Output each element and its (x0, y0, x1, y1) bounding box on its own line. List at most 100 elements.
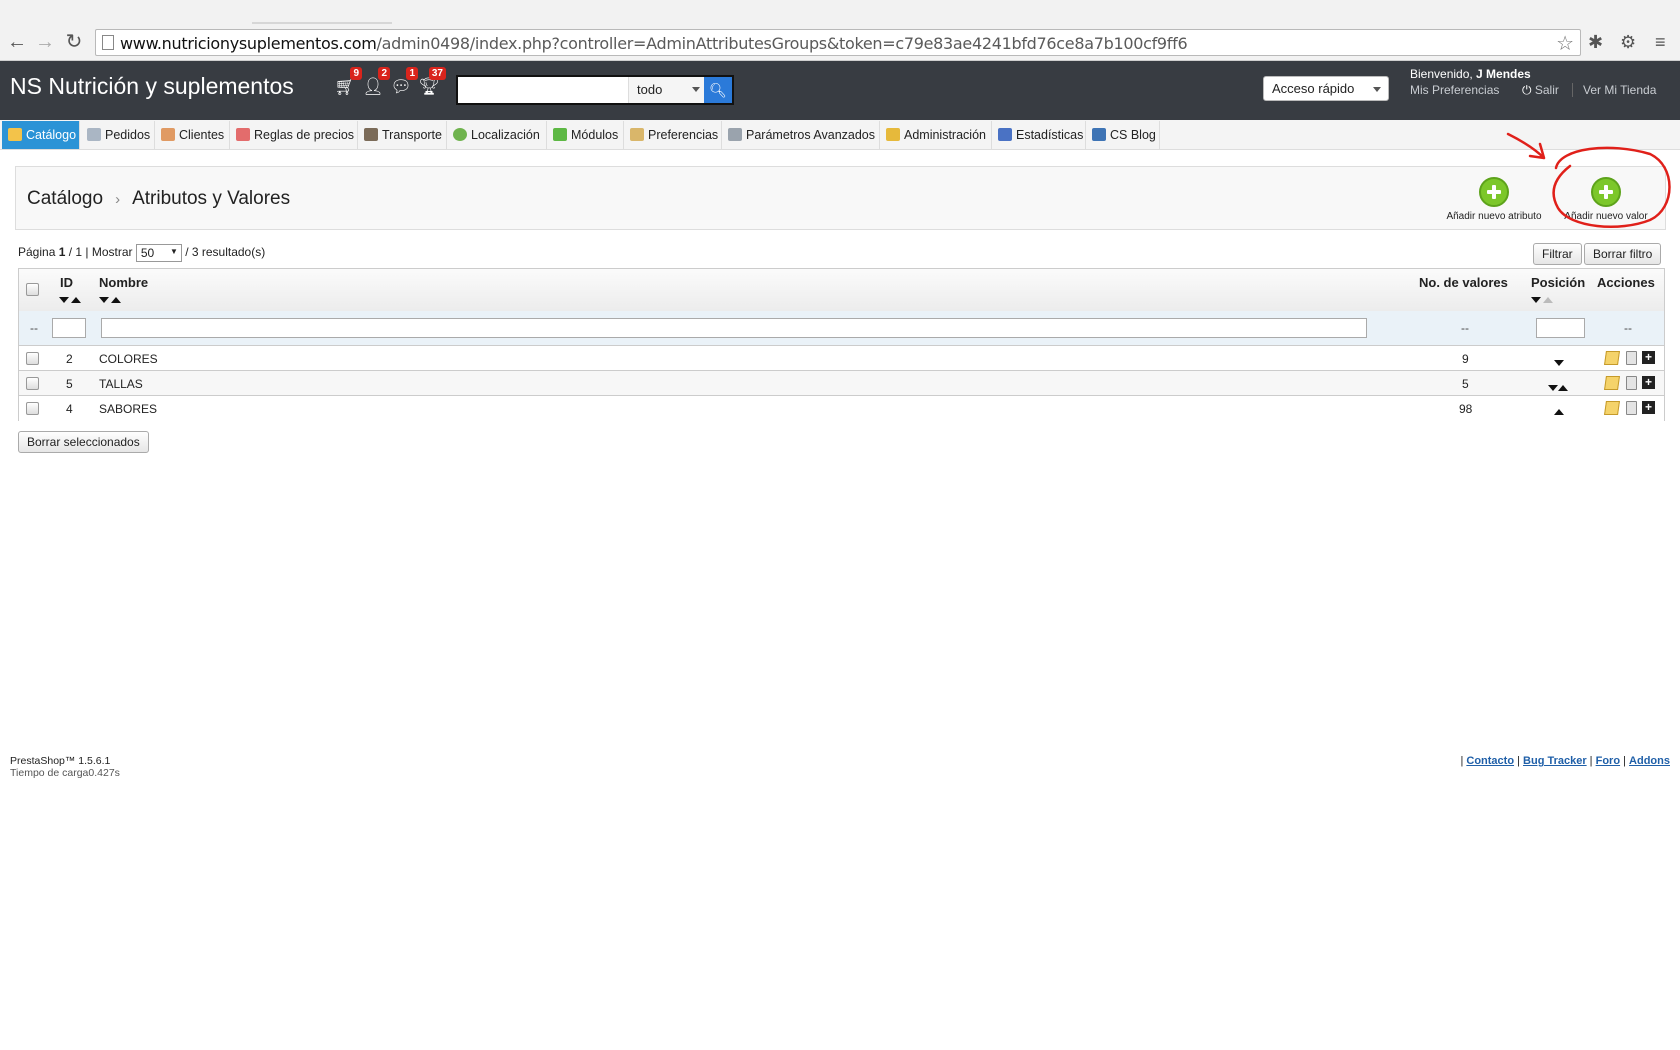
view-store-link[interactable]: Ver Mi Tienda (1583, 83, 1656, 97)
table-row[interactable]: 2 COLORES 9 + (19, 346, 1664, 371)
sort-desc-icon[interactable] (99, 297, 109, 303)
notification-badge: 1 (406, 67, 418, 80)
menu-item-preferencias[interactable]: Preferencias (624, 121, 722, 149)
logout-label: Salir (1534, 83, 1559, 97)
search-button[interactable]: 🔍︎ (704, 77, 732, 103)
filter-button[interactable]: Filtrar (1533, 243, 1582, 265)
extension-bug-icon[interactable]: ✱ (1588, 32, 1603, 53)
search-scope-value: todo (637, 82, 663, 97)
notification-badge: 37 (428, 67, 446, 80)
add-circle-icon (1479, 177, 1509, 207)
customers-notification[interactable]: 👤︎ 2 (362, 67, 390, 99)
table-header-row: ID Nombre No. de valores Posición Accion… (19, 269, 1664, 311)
move-down-icon[interactable] (1554, 355, 1564, 369)
menu-item-administracion[interactable]: Administración (880, 121, 992, 149)
cell-name[interactable]: SABORES (99, 402, 157, 416)
quick-access-select[interactable]: Acceso rápido (1263, 76, 1389, 101)
folder-icon (8, 128, 22, 141)
logout-link[interactable]: ⏻ Salir (1522, 83, 1559, 98)
bug-tracker-link[interactable]: Bug Tracker (1523, 755, 1587, 767)
view-values-icon[interactable]: + (1642, 351, 1655, 364)
menu-item-transporte[interactable]: Transporte (358, 121, 447, 149)
move-up-icon[interactable] (1558, 385, 1568, 391)
chevron-down-icon (1373, 87, 1381, 92)
filter-position-input[interactable] (1536, 318, 1585, 338)
pagination-info: Página 1 / 1 | Mostrar 50 / 3 resultado(… (18, 244, 265, 262)
sort-desc-icon[interactable] (59, 297, 69, 303)
select-all-checkbox[interactable] (26, 283, 39, 296)
forward-arrow-icon[interactable]: → (33, 30, 57, 54)
per-page-select[interactable]: 50 (135, 244, 182, 262)
filter-dash: -- (1624, 321, 1632, 335)
shop-title[interactable]: NS Nutrición y suplementos (10, 73, 294, 100)
menu-label: Transporte (382, 128, 442, 142)
sort-name-arrows[interactable] (99, 295, 121, 305)
menu-item-pedidos[interactable]: Pedidos (81, 121, 155, 149)
row-checkbox[interactable] (26, 377, 39, 390)
add-attribute-button[interactable]: Añadir nuevo atributo (1440, 177, 1548, 222)
menu-item-catalogo[interactable]: Catálogo (2, 121, 80, 149)
messages-notification[interactable]: 💬︎ 1 (390, 67, 418, 99)
browser-toolbar: ← → ↻ www.nutricionysuplementos.com/admi… (0, 0, 1680, 61)
view-values-icon[interactable]: + (1642, 401, 1655, 414)
orders-notification[interactable]: 🛒︎ 9 (334, 67, 362, 99)
menu-hamburger-icon[interactable]: ≡ (1655, 32, 1666, 53)
move-down-icon[interactable] (1548, 385, 1558, 391)
chevron-down-icon (692, 87, 700, 92)
bookmark-star-icon[interactable]: ☆ (1556, 31, 1574, 56)
reload-icon[interactable]: ↻ (62, 30, 86, 54)
add-circle-icon (1591, 177, 1621, 207)
cell-name[interactable]: COLORES (99, 352, 158, 366)
menu-item-estadisticas[interactable]: Estadísticas (992, 121, 1086, 149)
menu-item-parametros-avanzados[interactable]: Parámetros Avanzados (722, 121, 880, 149)
menu-label: Pedidos (105, 128, 151, 142)
menu-item-reglas-precios[interactable]: Reglas de precios (230, 121, 358, 149)
breadcrumb-root[interactable]: Catálogo (27, 188, 103, 209)
table-row[interactable]: 4 SABORES 98 + (19, 396, 1664, 421)
sort-position-arrows[interactable] (1531, 295, 1553, 305)
clear-filter-button[interactable]: Borrar filtro (1584, 243, 1662, 265)
back-arrow-icon[interactable]: ← (5, 30, 29, 54)
contact-link[interactable]: Contacto (1466, 755, 1514, 767)
page-icon (102, 35, 114, 50)
addons-link[interactable]: Addons (1629, 755, 1670, 767)
cell-count: 5 (1462, 377, 1469, 391)
bulk-delete-button[interactable]: Borrar seleccionados (18, 431, 149, 453)
edit-icon[interactable] (1604, 401, 1620, 415)
search-input[interactable] (458, 77, 628, 103)
move-arrows[interactable] (1548, 380, 1568, 394)
filter-dash: -- (30, 321, 38, 335)
sort-asc-icon[interactable] (110, 297, 121, 303)
bar-chart-icon (998, 128, 1012, 141)
cell-name[interactable]: TALLAS (99, 377, 143, 391)
edit-icon[interactable] (1604, 376, 1620, 390)
delete-icon[interactable] (1626, 376, 1637, 390)
menu-item-clientes[interactable]: Clientes (155, 121, 230, 149)
address-bar[interactable]: www.nutricionysuplementos.com/admin0498/… (95, 29, 1581, 56)
settings-gear-icon[interactable]: ⚙ (1620, 32, 1636, 53)
edit-icon[interactable] (1604, 351, 1620, 365)
sort-id-arrows[interactable] (59, 295, 81, 305)
forum-link[interactable]: Foro (1596, 755, 1620, 767)
per-page-value: 50 (140, 246, 155, 260)
view-values-icon[interactable]: + (1642, 376, 1655, 389)
filter-name-input[interactable] (101, 318, 1367, 338)
sort-asc-icon[interactable] (1542, 297, 1553, 303)
row-checkbox[interactable] (26, 402, 39, 415)
table-row[interactable]: 5 TALLAS 5 + (19, 371, 1664, 396)
notification-badge: 2 (378, 67, 390, 80)
delete-icon[interactable] (1626, 401, 1637, 415)
menu-item-modulos[interactable]: Módulos (547, 121, 624, 149)
row-checkbox[interactable] (26, 352, 39, 365)
my-preferences-link[interactable]: Mis Preferencias (1410, 83, 1499, 97)
delete-icon[interactable] (1626, 351, 1637, 365)
search-scope-select[interactable]: todo (628, 77, 706, 103)
move-up-icon[interactable] (1554, 404, 1564, 418)
add-value-button[interactable]: Añadir nuevo valor (1558, 177, 1654, 222)
trophies-notification[interactable]: 🏆︎ 37 (418, 67, 446, 99)
menu-item-localizacion[interactable]: Localización (447, 121, 547, 149)
sort-asc-icon[interactable] (70, 297, 81, 303)
menu-item-cs-blog[interactable]: CS Blog (1086, 121, 1160, 149)
filter-id-input[interactable] (52, 318, 86, 338)
sort-desc-icon[interactable] (1531, 297, 1541, 303)
